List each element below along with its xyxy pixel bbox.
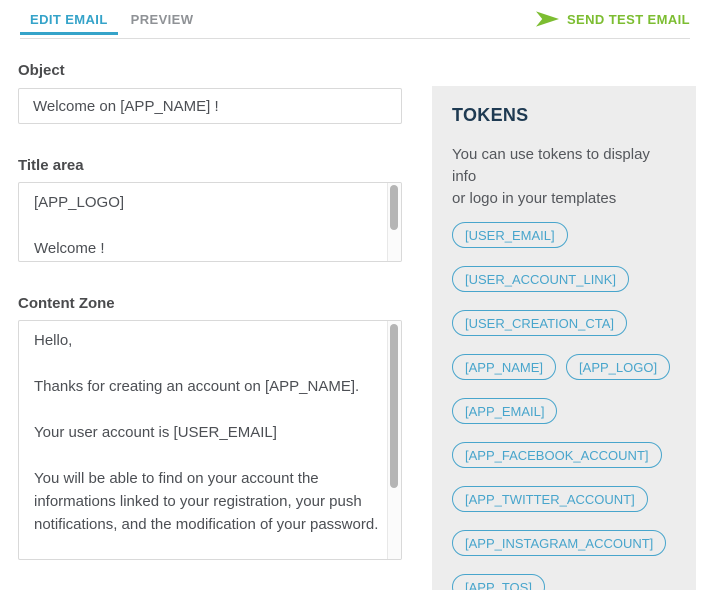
title-area-textarea[interactable]: [APP_LOGO] Welcome ! [18,182,402,262]
object-input[interactable] [18,88,402,124]
send-icon [536,11,559,27]
content-zone-label: Content Zone [18,295,402,313]
tokens-panel-description: You can use tokens to display info or lo… [452,144,676,210]
email-form: Object Title area [APP_LOGO] Welcome ! C… [18,62,402,560]
content-zone-scrollbar-thumb[interactable] [390,324,398,488]
tab-preview[interactable]: PREVIEW [121,0,204,38]
token-pill-app-instagram-account[interactable]: [APP_INSTAGRAM_ACCOUNT] [452,530,666,556]
token-pill-app-tos[interactable]: [APP_TOS] [452,574,545,590]
token-pill-app-twitter-account[interactable]: [APP_TWITTER_ACCOUNT] [452,486,648,512]
send-test-email-label: SEND TEST EMAIL [567,12,690,27]
token-pill-app-logo[interactable]: [APP_LOGO] [566,354,670,380]
object-label: Object [18,62,402,80]
token-pill-app-email[interactable]: [APP_EMAIL] [452,398,557,424]
token-list: [USER_EMAIL] [USER_ACCOUNT_LINK] [USER_C… [452,222,676,590]
token-pill-user-email[interactable]: [USER_EMAIL] [452,222,568,248]
content-zone-scrollbar[interactable] [387,321,401,559]
send-test-email-button[interactable]: SEND TEST EMAIL [536,0,690,38]
title-area-text[interactable]: [APP_LOGO] Welcome ! [19,183,386,261]
token-pill-app-facebook-account[interactable]: [APP_FACEBOOK_ACCOUNT] [452,442,662,468]
content-zone-textarea[interactable]: Hello, Thanks for creating an account on… [18,320,402,560]
tab-bar: EDIT EMAIL PREVIEW SEND TEST EMAIL [20,0,690,39]
tokens-panel: TOKENS You can use tokens to display inf… [432,86,696,590]
tab-edit-email[interactable]: EDIT EMAIL [20,0,118,38]
token-pill-user-creation-cta[interactable]: [USER_CREATION_CTA] [452,310,627,336]
title-area-scrollbar-thumb[interactable] [390,185,398,230]
tokens-panel-title: TOKENS [452,105,676,125]
email-editor-screen: EDIT EMAIL PREVIEW SEND TEST EMAIL Objec… [0,0,704,590]
title-area-scrollbar[interactable] [387,183,401,261]
token-pill-user-account-link[interactable]: [USER_ACCOUNT_LINK] [452,266,629,292]
content-zone-text[interactable]: Hello, Thanks for creating an account on… [19,321,386,559]
token-pill-app-name[interactable]: [APP_NAME] [452,354,556,380]
title-area-label: Title area [18,157,402,175]
